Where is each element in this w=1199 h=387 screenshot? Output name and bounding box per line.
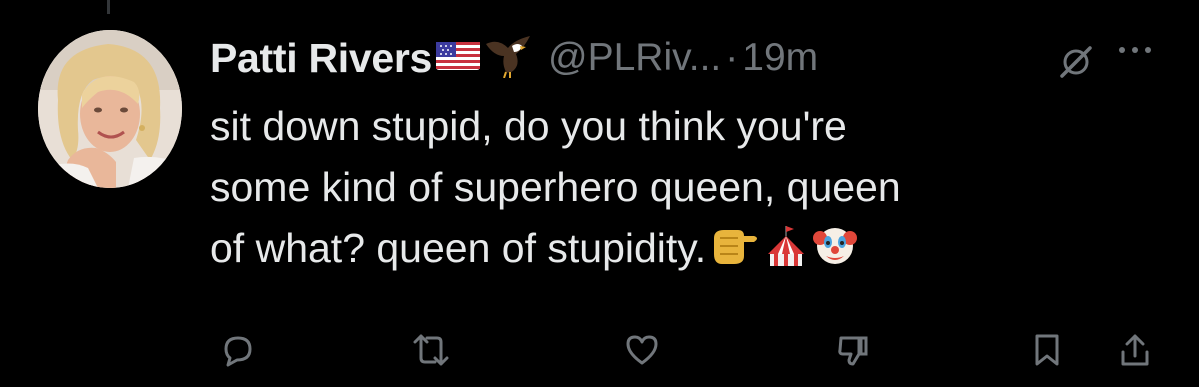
bookmark-button[interactable]	[1025, 328, 1069, 372]
author-handle[interactable]: @PLRiv...	[548, 36, 721, 80]
grok-icon[interactable]	[1056, 42, 1096, 87]
reply-icon	[224, 336, 252, 367]
thread-connector-line	[107, 0, 110, 14]
tweet-text-line: of what? queen of stupidity.	[210, 225, 707, 271]
backhand-index-pointing-right-emoji	[710, 224, 760, 285]
tweet-timestamp[interactable]: 19m	[742, 36, 818, 80]
tweet-body: Patti Rivers @PLRiv... · 19m sit down st…	[210, 28, 1170, 285]
share-icon	[1121, 334, 1149, 366]
clown-face-emoji	[812, 222, 858, 285]
retweet-button[interactable]	[409, 328, 453, 372]
avatar[interactable]	[38, 30, 182, 188]
reply-button[interactable]	[216, 328, 260, 372]
us-flag-emoji	[436, 40, 481, 77]
tweet-text-line-last: of what? queen of stupidity.	[210, 218, 1150, 285]
eagle-emoji	[484, 34, 534, 83]
tweet-text-line: sit down stupid, do you think you're	[210, 103, 847, 149]
bookmark-icon	[1035, 334, 1059, 366]
heart-icon	[626, 335, 658, 365]
author-display-name[interactable]: Patti Rivers	[210, 35, 432, 82]
share-button[interactable]	[1113, 328, 1157, 372]
like-button[interactable]	[620, 328, 664, 372]
downvote-button[interactable]	[831, 328, 875, 372]
thumbs-down-icon	[838, 336, 868, 366]
tweet-text: sit down stupid, do you think you're som…	[210, 96, 1150, 285]
tweet-header: Patti Rivers @PLRiv... · 19m	[210, 28, 1170, 88]
retweet-icon	[413, 334, 449, 366]
separator-dot: ·	[725, 36, 739, 79]
tweet-text-line: some kind of superhero queen, queen	[210, 164, 901, 210]
tweet-actions	[208, 328, 1158, 372]
circus-tent-emoji	[764, 224, 808, 285]
more-icon[interactable]	[1115, 40, 1155, 65]
